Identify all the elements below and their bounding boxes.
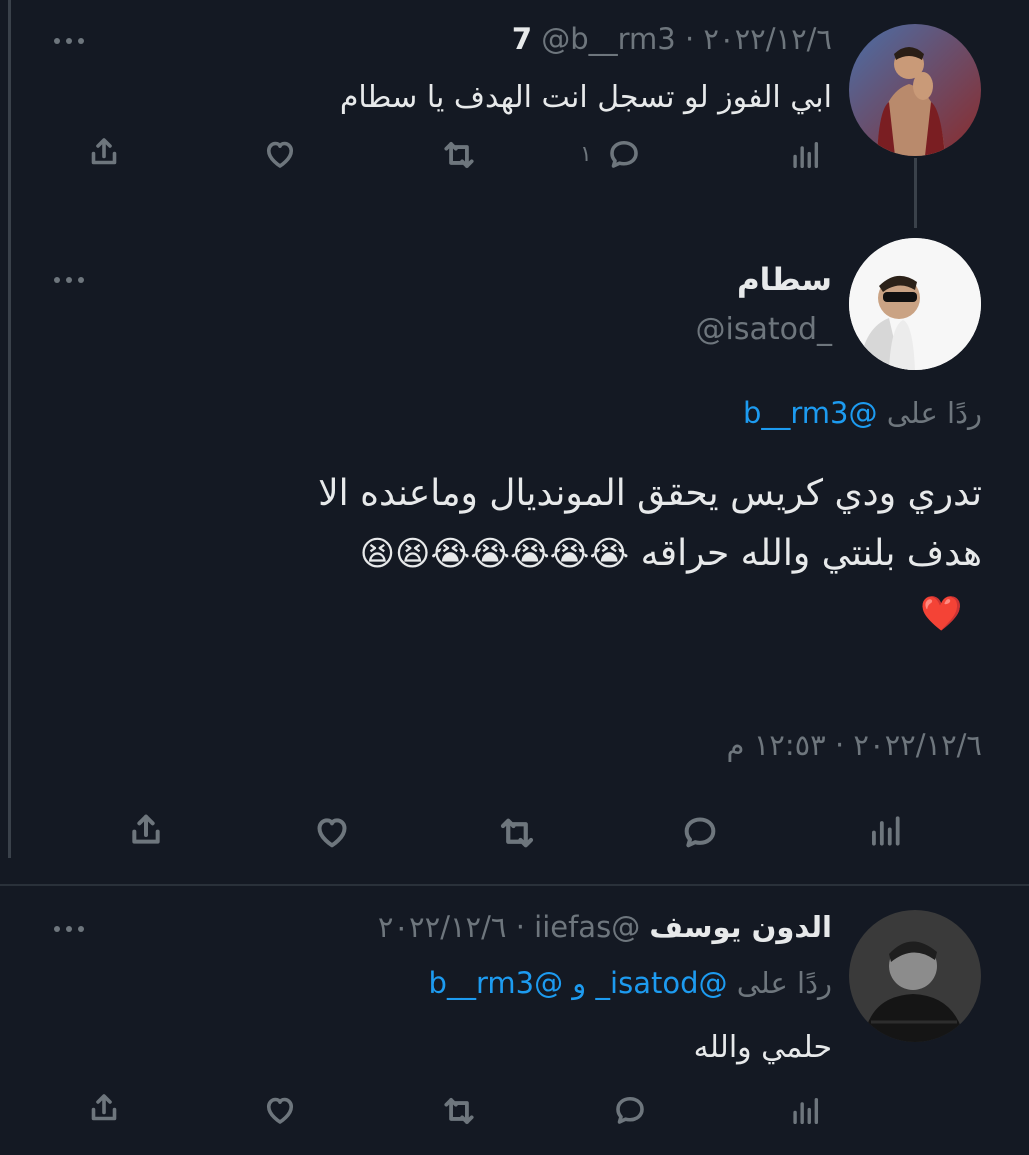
reply-button[interactable]: ١ <box>580 136 642 172</box>
replying-to-link-2[interactable]: @b__rm3 <box>429 966 564 1000</box>
replying-to-link-1[interactable]: @isatod_ <box>596 966 728 1000</box>
avatar[interactable] <box>849 910 981 1042</box>
share-icon <box>91 1094 117 1121</box>
avatar-image <box>849 24 981 156</box>
retweet-icon <box>444 142 474 168</box>
author-name[interactable]: الدون يوسف <box>649 910 832 944</box>
avatar-image <box>849 238 981 370</box>
reply-icon <box>610 140 638 168</box>
replying-to: ردًا على @isatod_ و @b__rm3 <box>200 966 832 1000</box>
share-button[interactable] <box>86 1090 122 1126</box>
like-button[interactable] <box>312 812 352 852</box>
tweet-timestamp[interactable]: ٢٠٢٢/١٢/٦ · ١٢:٥٣ م <box>400 728 983 762</box>
retweet-button[interactable] <box>440 136 478 174</box>
reply-icon <box>684 817 716 848</box>
replying-to-link[interactable]: @b__rm3 <box>743 396 878 430</box>
thread-line-top <box>914 158 917 228</box>
share-icon <box>91 138 117 165</box>
replying-and: و <box>572 966 587 1000</box>
share-button[interactable] <box>86 134 122 170</box>
like-icon <box>266 141 294 168</box>
tweet-header: الدون يوسف @iiefas · ٢٠٢٢/١٢/٦ <box>220 910 832 944</box>
author-name[interactable]: 7 <box>512 22 532 56</box>
tweet-actions <box>0 806 1029 862</box>
like-button[interactable] <box>262 136 298 172</box>
tweet-text-line-1: تدري ودي كريس يحقق المونديال وماعنده الا <box>318 473 982 514</box>
reply-count: ١ <box>580 141 592 167</box>
avatar[interactable] <box>849 238 981 370</box>
retweet-button[interactable] <box>496 812 538 854</box>
more-options-button[interactable] <box>54 926 84 932</box>
replying-to: ردًا على @b__rm3 <box>400 396 982 430</box>
tweet-text: تدري ودي كريس يحقق المونديال وماعنده الا… <box>60 464 982 644</box>
thread-line-left <box>8 0 11 858</box>
avatar[interactable] <box>849 24 981 156</box>
author-name[interactable]: سطام <box>500 262 832 298</box>
analytics-icon <box>793 1097 819 1125</box>
analytics-button[interactable] <box>788 138 822 172</box>
emoji-row: 😭😭😭😭😭😫😫 <box>359 534 630 574</box>
retweet-button[interactable] <box>440 1092 478 1130</box>
more-options-button[interactable] <box>54 277 84 283</box>
heart-emoji: ❤️ <box>920 594 963 634</box>
tweet-text: حلمي والله <box>693 1030 832 1065</box>
replying-prefix: ردًا على <box>886 396 982 430</box>
like-icon <box>266 1097 294 1124</box>
reply-button[interactable] <box>680 812 720 852</box>
reply-icon <box>616 1096 644 1124</box>
tweet-text-line-2-words: هدف بلنتي والله حراقه <box>640 533 982 574</box>
more-options-button[interactable] <box>54 38 84 44</box>
tweet-actions: ١ <box>0 130 840 180</box>
tweet-actions <box>0 1086 840 1136</box>
avatar-image <box>849 910 981 1042</box>
reply-button[interactable] <box>612 1092 648 1128</box>
analytics-button[interactable] <box>866 812 904 850</box>
tweet-header: 7 @b__rm3 · ٢٠٢٢/١٢/٦ <box>380 22 832 56</box>
retweet-icon <box>500 818 534 848</box>
tweet-text-line-2: هدف بلنتي والله حراقه 😭😭😭😭😭😫😫 <box>60 524 982 584</box>
share-button[interactable] <box>126 810 166 850</box>
like-button[interactable] <box>262 1092 298 1128</box>
author-handle[interactable]: @isatod_ <box>500 312 832 347</box>
divider <box>0 884 1029 886</box>
like-icon <box>317 818 347 848</box>
analytics-button[interactable] <box>788 1094 822 1128</box>
handle-date: @b__rm3 · ٢٠٢٢/١٢/٦ <box>541 22 832 56</box>
share-icon <box>132 814 160 844</box>
analytics-icon <box>872 816 900 846</box>
retweet-icon <box>444 1098 474 1124</box>
analytics-icon <box>793 141 819 169</box>
handle-date: @iiefas · ٢٠٢٢/١٢/٦ <box>377 910 641 944</box>
tweet-text: ابي الفوز لو تسجل انت الهدف يا سطام <box>339 80 832 115</box>
replying-prefix: ردًا على <box>736 966 832 1000</box>
